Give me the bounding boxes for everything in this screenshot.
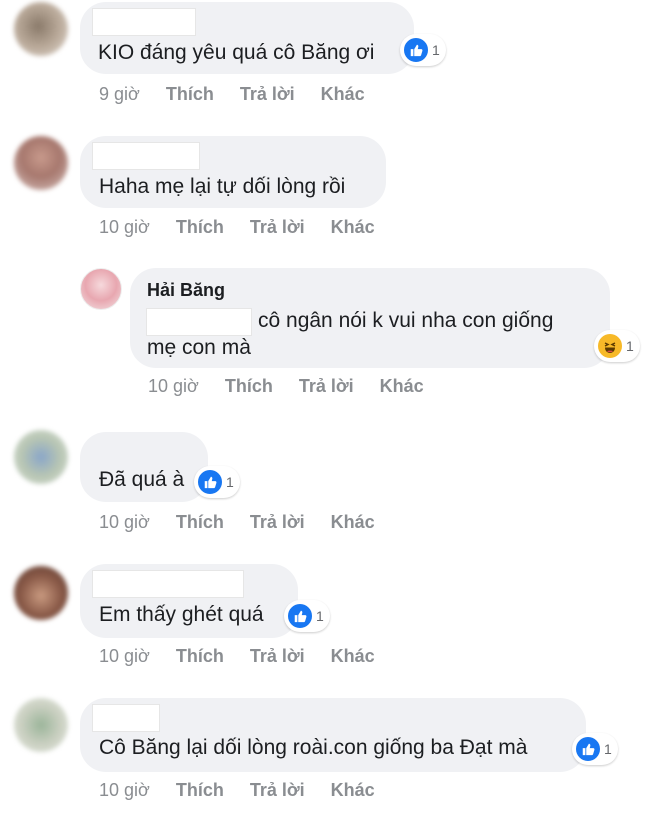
avatar[interactable] [14, 2, 68, 56]
avatar[interactable] [14, 698, 68, 752]
comment-actions: 10 giờ Thích Trả lời Khác [99, 780, 401, 801]
author-name-redacted[interactable] [92, 142, 200, 170]
mention-redacted[interactable] [146, 308, 252, 336]
comment-actions: 10 giờ Thích Trả lời Khác [148, 376, 450, 397]
comment-actions: 10 giờ Thích Trả lời Khác [99, 217, 401, 238]
timestamp[interactable]: 10 giờ [148, 376, 199, 397]
haha-icon [596, 332, 624, 360]
more-button[interactable]: Khác [331, 512, 375, 533]
like-button[interactable]: Thích [225, 376, 273, 397]
reaction-count: 1 [316, 608, 324, 624]
like-button[interactable]: Thích [176, 646, 224, 667]
timestamp[interactable]: 9 giờ [99, 84, 140, 105]
like-button[interactable]: Thích [166, 84, 214, 105]
like-icon [574, 735, 602, 763]
reaction-badge[interactable]: 1 [400, 34, 446, 66]
reaction-count: 1 [626, 338, 634, 354]
like-icon [402, 36, 430, 64]
comment-text-line2: mẹ con mà [147, 336, 251, 359]
comment-actions: 10 giờ Thích Trả lời Khác [99, 512, 401, 533]
reaction-count: 1 [432, 42, 440, 58]
comment-text: Đã quá à [99, 468, 185, 491]
author-name-redacted[interactable] [92, 570, 244, 598]
reaction-badge[interactable]: 1 [594, 330, 640, 362]
avatar[interactable] [80, 268, 122, 310]
reaction-badge[interactable]: 1 [284, 600, 330, 632]
like-button[interactable]: Thích [176, 512, 224, 533]
more-button[interactable]: Khác [380, 376, 424, 397]
comment-text: KIO đáng yêu quá cô Băng ơi [98, 41, 375, 64]
avatar[interactable] [14, 566, 68, 620]
more-button[interactable]: Khác [331, 646, 375, 667]
comment-text: Haha mẹ lại tự dối lòng rồi [99, 175, 346, 198]
like-icon [286, 602, 314, 630]
comment-text-line1: cô ngân nói k vui nha con giống [258, 309, 554, 332]
like-button[interactable]: Thích [176, 780, 224, 801]
comment-text: Cô Băng lại dối lòng roài.con giống ba Đ… [99, 736, 528, 759]
avatar[interactable] [14, 430, 68, 484]
timestamp[interactable]: 10 giờ [99, 646, 150, 667]
comment-actions: 10 giờ Thích Trả lời Khác [99, 646, 401, 667]
more-button[interactable]: Khác [331, 780, 375, 801]
timestamp[interactable]: 10 giờ [99, 217, 150, 238]
reaction-badge[interactable]: 1 [572, 733, 618, 765]
reply-button[interactable]: Trả lời [299, 376, 354, 397]
reply-button[interactable]: Trả lời [240, 84, 295, 105]
reply-button[interactable]: Trả lời [250, 780, 305, 801]
author-name-redacted[interactable] [92, 438, 198, 458]
reply-button[interactable]: Trả lời [250, 217, 305, 238]
reaction-count: 1 [604, 741, 612, 757]
author-name-redacted[interactable] [92, 8, 196, 36]
reaction-count: 1 [226, 474, 234, 490]
reply-button[interactable]: Trả lời [250, 646, 305, 667]
timestamp[interactable]: 10 giờ [99, 512, 150, 533]
reply-button[interactable]: Trả lời [250, 512, 305, 533]
author-name-redacted[interactable] [92, 704, 160, 732]
comment-actions: 9 giờ Thích Trả lời Khác [99, 84, 391, 105]
like-icon [196, 468, 224, 496]
comment-text: Em thấy ghét quá [99, 603, 264, 626]
reaction-badge[interactable]: 1 [194, 466, 240, 498]
like-button[interactable]: Thích [176, 217, 224, 238]
author-name[interactable]: Hải Băng [147, 280, 225, 301]
more-button[interactable]: Khác [321, 84, 365, 105]
avatar[interactable] [14, 136, 68, 190]
timestamp[interactable]: 10 giờ [99, 780, 150, 801]
more-button[interactable]: Khác [331, 217, 375, 238]
